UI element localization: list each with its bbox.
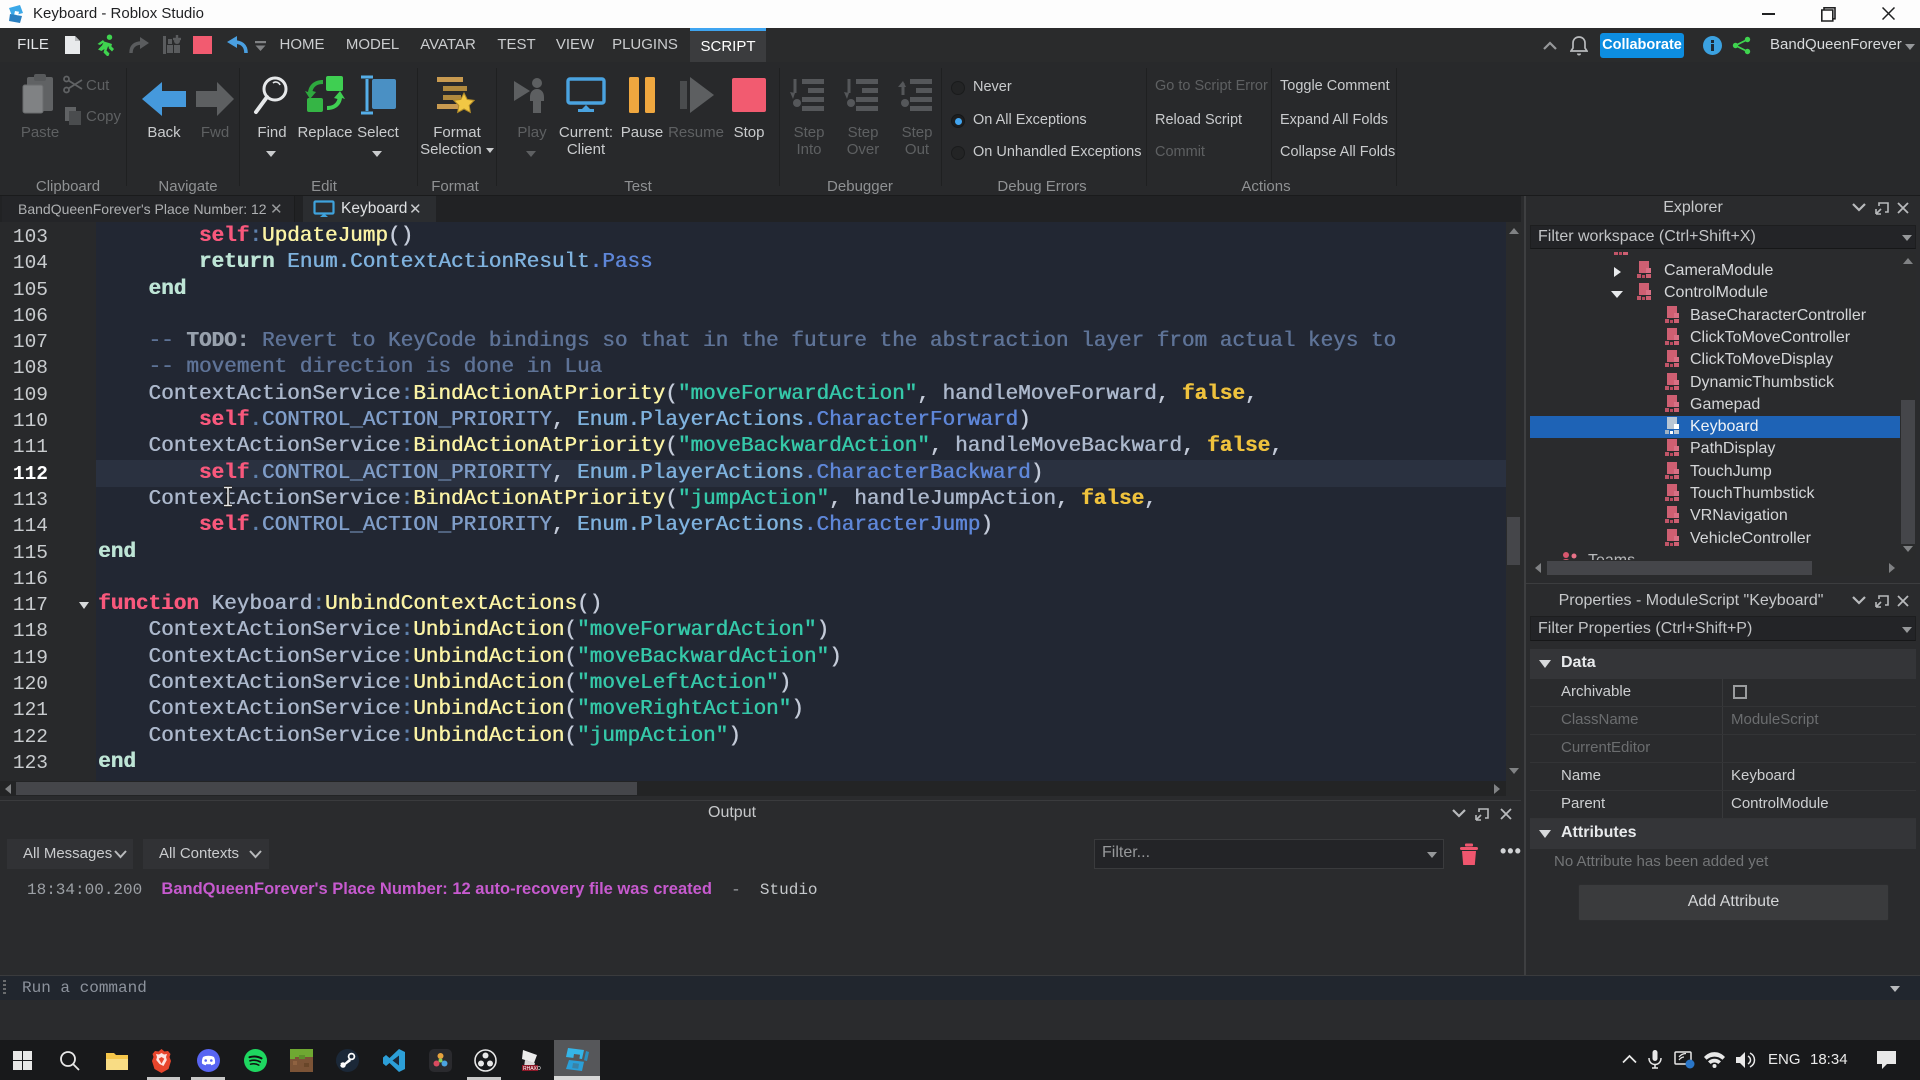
svg-text:RHAXO: RHAXO	[523, 1066, 541, 1072]
